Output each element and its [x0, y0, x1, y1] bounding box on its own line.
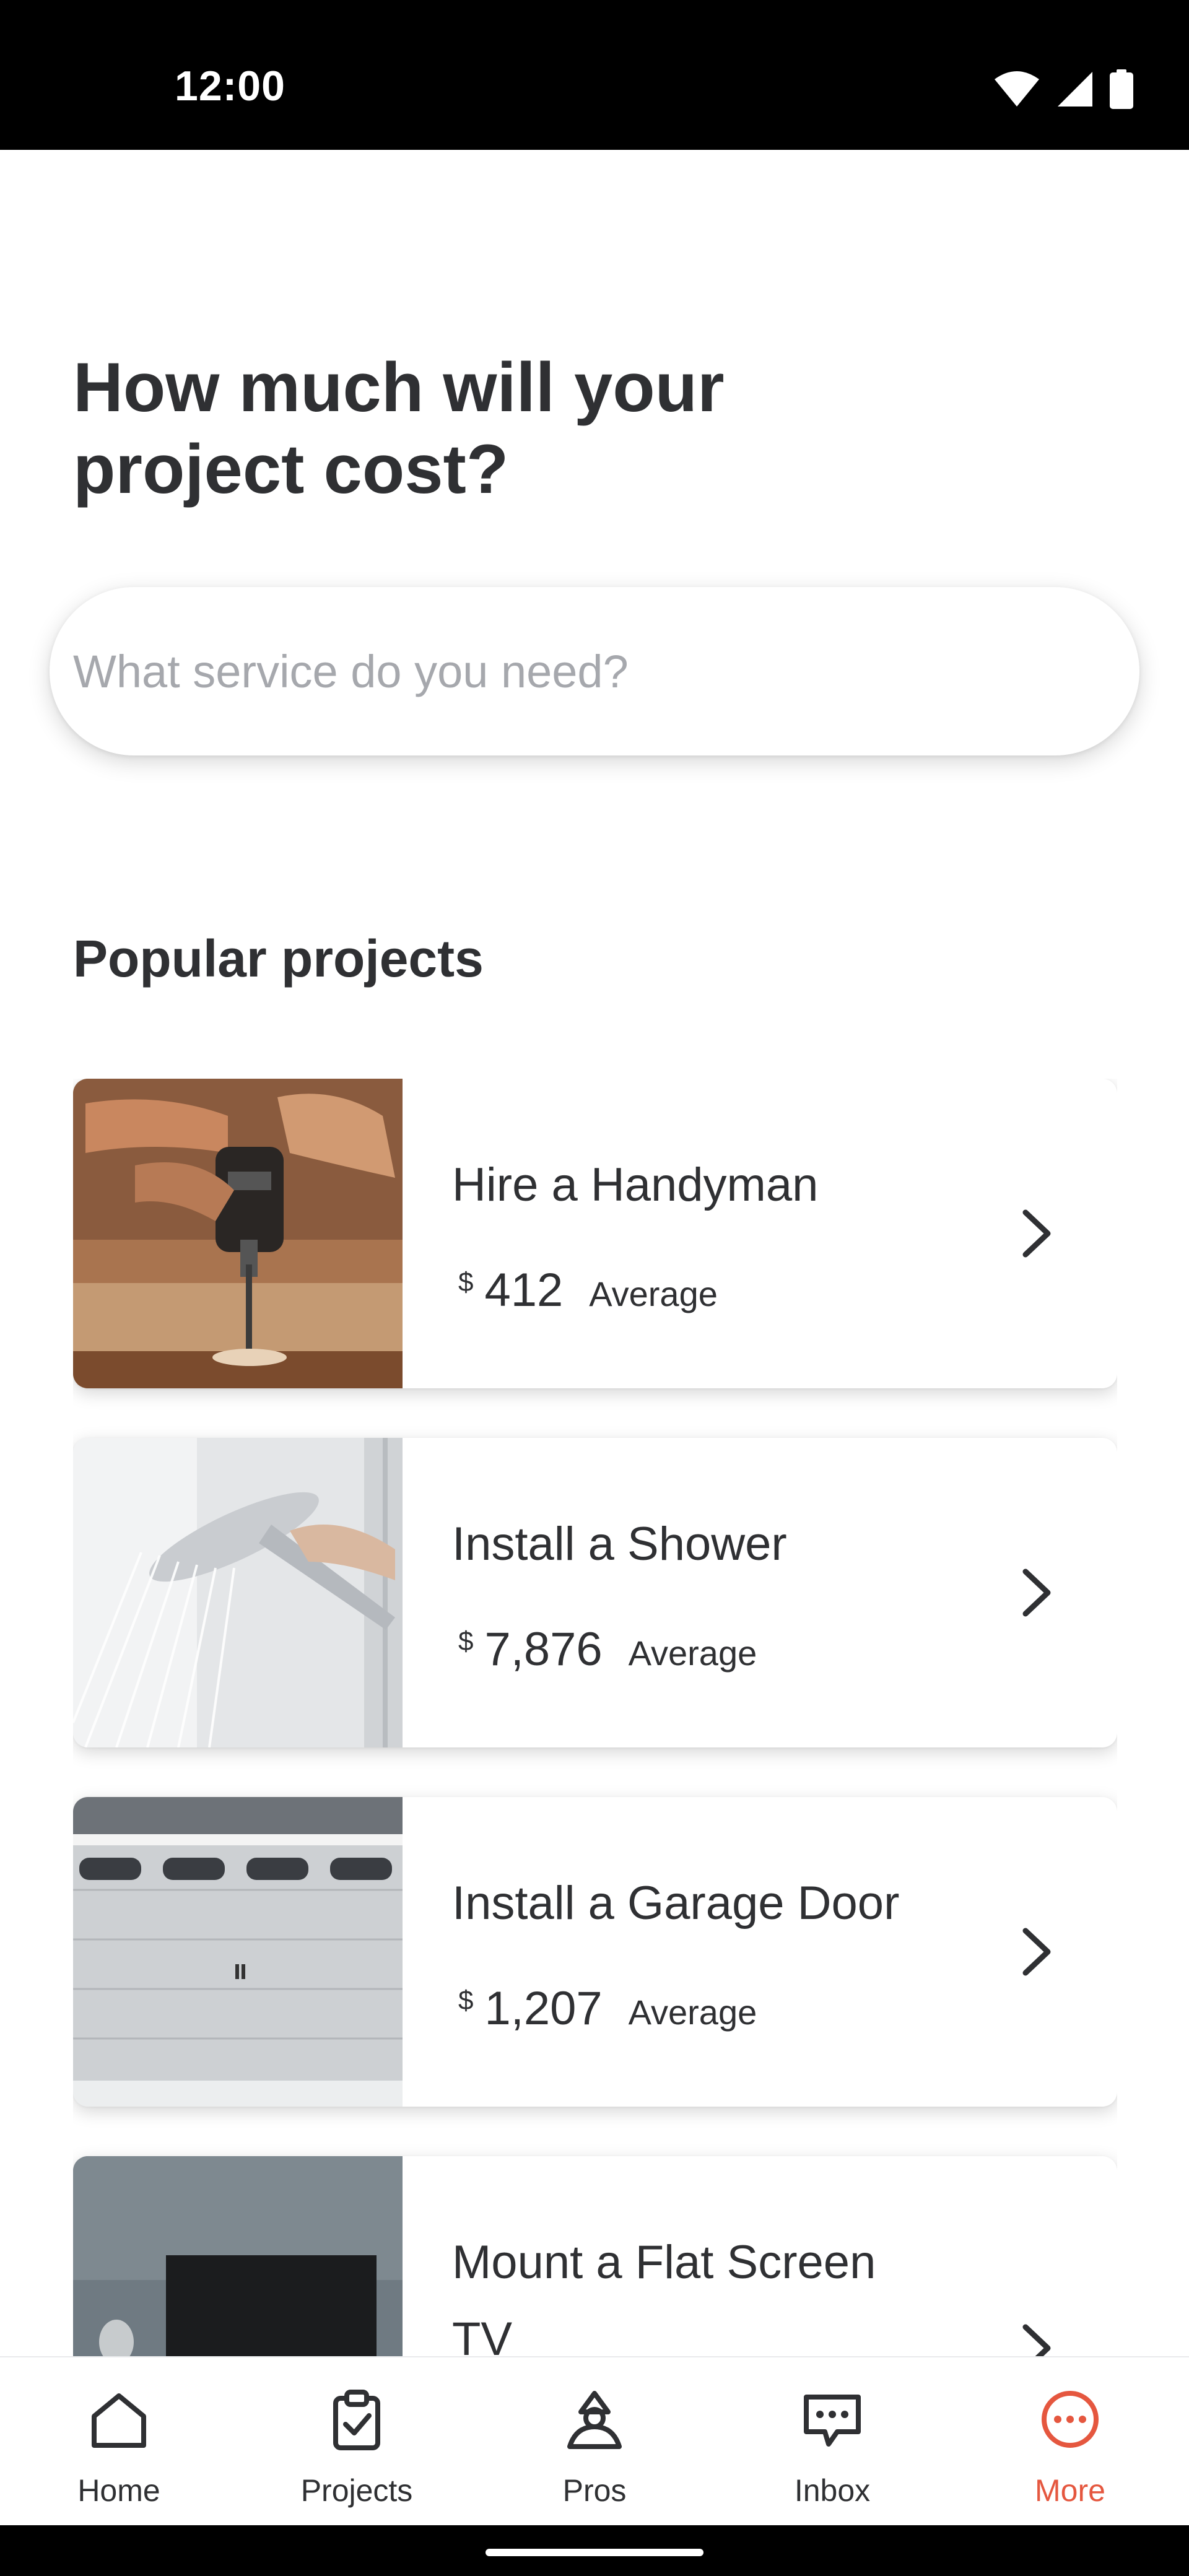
chevron-right-icon	[1022, 1928, 1051, 1976]
battery-icon	[1110, 69, 1133, 109]
nav-label: Inbox	[794, 2473, 871, 2508]
chevron-right-icon	[1022, 2324, 1051, 2356]
project-price: $ 412 Average	[458, 1263, 718, 1317]
chevron-right-icon	[1022, 1569, 1051, 1617]
nav-label: More	[1035, 2473, 1105, 2508]
chevron-right-icon	[1022, 1209, 1051, 1258]
project-price: $ 1,207 Average	[458, 1982, 757, 2035]
nav-item-more[interactable]: More	[951, 2357, 1189, 2526]
nav-label: Pros	[562, 2473, 627, 2508]
page-title: How much will your project cost?	[73, 349, 725, 508]
project-title: Install a Garage Door	[452, 1877, 900, 1930]
nav-label: Projects	[300, 2473, 413, 2508]
nav-item-inbox[interactable]: Inbox	[713, 2357, 951, 2526]
home-gesture-handle[interactable]	[486, 2549, 703, 2556]
price-amount: 1,207	[484, 1982, 603, 2035]
nav-item-home[interactable]: Home	[0, 2357, 238, 2526]
garage-door-photo	[73, 1797, 403, 2107]
search-input[interactable]	[73, 645, 1139, 698]
nav-item-pros[interactable]: Pros	[476, 2357, 713, 2526]
status-icons	[993, 69, 1133, 109]
project-card-garage-door[interactable]: Install a Garage Door $ 1,207 Average	[73, 1797, 1117, 2107]
project-price: $ 7,876 Average	[458, 1622, 757, 1676]
project-card-shower[interactable]: Install a Shower $ 7,876 Average	[73, 1438, 1117, 1747]
pros-icon	[567, 2391, 622, 2449]
clipboard-check-icon	[333, 2390, 380, 2450]
price-amount: 7,876	[484, 1623, 603, 1676]
shower-photo	[73, 1438, 403, 1747]
project-title: Mount a Flat Screen TV	[452, 2236, 876, 2356]
more-dots-icon	[1042, 2391, 1099, 2448]
chat-bubble-icon	[804, 2395, 861, 2447]
price-label: Average	[628, 1993, 757, 2032]
project-card-tv-mount[interactable]: Mount a Flat Screen TV	[73, 2156, 1117, 2356]
cellular-signal-icon	[1058, 72, 1092, 107]
status-bar: 12:00	[0, 0, 1189, 150]
project-title: Hire a Handyman	[452, 1159, 819, 1211]
nav-label: Home	[77, 2473, 160, 2508]
currency-symbol: $	[458, 1267, 474, 1297]
price-label: Average	[628, 1634, 757, 1673]
price-label: Average	[589, 1274, 718, 1313]
price-amount: 412	[484, 1264, 564, 1316]
wifi-icon	[995, 71, 1039, 107]
bottom-nav: Home Projects Pros Inbox More	[0, 2356, 1189, 2525]
gesture-bar	[0, 2525, 1189, 2576]
currency-symbol: $	[458, 1985, 474, 2016]
status-time: 12:00	[175, 63, 285, 110]
project-title: Install a Shower	[452, 1518, 787, 1570]
home-icon	[92, 2393, 146, 2448]
project-card-handyman[interactable]: Hire a Handyman $ 412 Average	[73, 1079, 1117, 1388]
currency-symbol: $	[458, 1626, 474, 1656]
search-box[interactable]	[50, 587, 1139, 755]
tv-photo	[73, 2156, 403, 2356]
nav-item-projects[interactable]: Projects	[238, 2357, 476, 2526]
drill-photo	[73, 1079, 403, 1388]
section-title: Popular projects	[73, 929, 484, 988]
project-list: Hire a Handyman $ 412 Average Install a …	[73, 1079, 1117, 2356]
